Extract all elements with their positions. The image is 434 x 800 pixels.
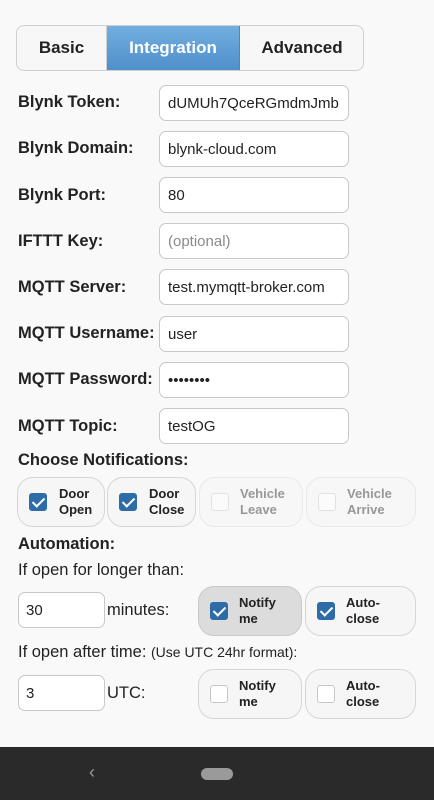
tab-advanced[interactable]: Advanced [240,26,363,70]
notify-door-close-toggle[interactable]: Door Close [107,477,196,527]
notify-door-open-toggle[interactable]: Door Open [17,477,105,527]
back-chevron-icon[interactable]: ‹ [89,762,95,783]
vehicle-leave-label: Vehicle Leave [240,486,285,517]
automation-heading: Automation: [18,535,116,553]
notify-me-longer-checkbox[interactable] [210,602,228,620]
tab-basic[interactable]: Basic [17,26,107,70]
utc-unit: UTC: [107,684,146,702]
auto-close-after-checkbox[interactable] [317,685,335,703]
blynk-port-input[interactable]: 80 [159,177,349,213]
ifttt-key-input[interactable]: (optional) [159,223,349,259]
notify-me-longer-toggle[interactable]: Notify me [198,586,302,636]
notify-me-after-label: Notify me [239,678,276,709]
ifttt-key-label: IFTTT Key: [18,232,104,250]
minutes-unit: minutes: [107,601,170,619]
notify-vehicle-arrive-toggle[interactable]: Vehicle Arrive [306,477,416,527]
minutes-input[interactable]: 30 [18,592,105,628]
door-close-checkbox[interactable] [119,493,137,511]
mqtt-password-label: MQTT Password: [18,370,153,388]
notify-me-longer-label: Notify me [239,595,276,626]
blynk-token-label: Blynk Token: [18,93,121,111]
settings-screen: Basic Integration Advanced Blynk Token: … [0,0,434,747]
home-pill-icon[interactable] [201,768,233,780]
mqtt-username-label: MQTT Username: [18,324,155,342]
auto-close-after-toggle[interactable]: Auto-close [305,669,416,719]
auto-close-after-label: Auto-close [346,678,380,709]
open-after-label: If open after time: (Use UTC 24hr format… [18,643,298,661]
utc-hour-input[interactable]: 3 [18,675,105,711]
blynk-token-input[interactable]: dUMUh7QceRGmdmJmb [159,85,349,121]
blynk-domain-label: Blynk Domain: [18,139,134,157]
auto-close-longer-toggle[interactable]: Auto-close [305,586,416,636]
door-open-checkbox[interactable] [29,493,47,511]
auto-close-longer-checkbox[interactable] [317,602,335,620]
vehicle-arrive-label: Vehicle Arrive [347,486,392,517]
notify-vehicle-leave-toggle[interactable]: Vehicle Leave [199,477,303,527]
mqtt-topic-label: MQTT Topic: [18,417,118,435]
notify-me-after-toggle[interactable]: Notify me [198,669,302,719]
auto-close-longer-label: Auto-close [346,595,380,626]
utc-format-hint: (Use UTC 24hr format): [151,644,298,660]
mqtt-username-input[interactable]: user [159,316,349,352]
vehicle-leave-checkbox[interactable] [211,493,229,511]
mqtt-server-label: MQTT Server: [18,278,127,296]
tab-integration[interactable]: Integration [107,26,240,70]
vehicle-arrive-checkbox[interactable] [318,493,336,511]
blynk-domain-input[interactable]: blynk-cloud.com [159,131,349,167]
door-close-label: Door Close [149,486,185,517]
mqtt-server-input[interactable]: test.mymqtt-broker.com [159,269,349,305]
open-longer-label: If open for longer than: [18,561,185,579]
notifications-heading: Choose Notifications: [18,451,189,469]
tab-bar: Basic Integration Advanced [16,25,364,71]
notify-me-after-checkbox[interactable] [210,685,228,703]
mqtt-topic-input[interactable]: testOG [159,408,349,444]
mqtt-password-input[interactable]: •••••••• [159,362,349,398]
door-open-label: Door Open [59,486,93,517]
blynk-port-label: Blynk Port: [18,186,107,204]
